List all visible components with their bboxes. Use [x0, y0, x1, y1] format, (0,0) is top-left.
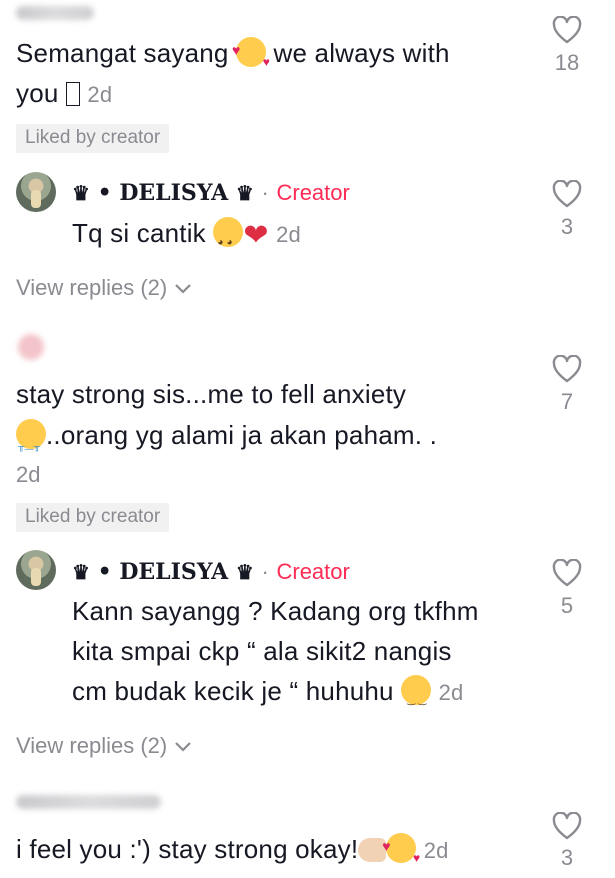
comment-text-line2: ..orang yg alami ja akan paham. .	[16, 416, 437, 466]
comment-text: Semangat sayang we always with	[16, 31, 536, 82]
crying-face-emoji	[16, 419, 46, 466]
heart-outline-icon[interactable]	[552, 180, 582, 208]
crown-icon: ♛	[235, 560, 254, 584]
chevron-down-icon	[175, 742, 192, 752]
comment-time: 2d	[16, 462, 41, 487]
comment-text-line2: you 2d	[16, 78, 113, 108]
crown-icon: ♛	[72, 181, 90, 205]
avatar[interactable]	[16, 172, 56, 212]
crown-icon: ♛	[72, 560, 90, 584]
creator-tag: Creator	[276, 559, 350, 584]
smiling-hearts-emoji	[382, 827, 420, 878]
comment-text: i feel you :') stay strong okay! 2d	[16, 827, 556, 878]
reply-text-line2: kita smpai ckp “ ala sikit2 nangis	[72, 636, 452, 666]
relieved-face-emoji	[401, 675, 432, 720]
pleading-face-emoji	[213, 217, 244, 262]
liked-by-creator-badge: Liked by creator	[16, 503, 170, 532]
comment-time: 2d	[438, 680, 464, 705]
comment-text: stay strong sis...me to fell anxiety	[16, 379, 407, 409]
liked-by-creator-badge: Liked by creator	[16, 124, 170, 153]
red-heart-emoji: ❤	[243, 219, 269, 252]
chevron-down-icon	[175, 284, 192, 294]
like-count: 18	[554, 50, 580, 75]
author-name[interactable]: ♛ • DELISYA ♛ · Creator	[72, 180, 350, 206]
blurred-username	[18, 334, 44, 360]
heart-outline-icon[interactable]	[552, 812, 582, 840]
missing-glyph-icon	[65, 82, 80, 106]
heart-outline-icon[interactable]	[552, 355, 582, 383]
heart-outline-icon[interactable]	[552, 16, 582, 44]
comment-time: 2d	[423, 838, 449, 863]
like-count: 5	[560, 593, 574, 618]
view-replies-button[interactable]: View replies (2)	[16, 275, 193, 301]
blurred-username	[16, 6, 94, 20]
comment-time: 2d	[87, 82, 113, 107]
creator-tag: Creator	[276, 180, 350, 205]
reply-text-line1: Kann sayangg ? Kadang org tkfhm	[72, 596, 479, 626]
like-count: 7	[560, 389, 574, 414]
heart-outline-icon[interactable]	[552, 559, 582, 587]
like-count: 3	[560, 214, 574, 239]
like-count: 3	[560, 845, 574, 870]
reply-text-line3: cm budak kecik je “ huhuhu 2d	[72, 672, 464, 720]
avatar[interactable]	[16, 550, 56, 590]
author-name[interactable]: ♛ • DELISYA ♛ · Creator	[72, 559, 350, 585]
crown-icon: ♛	[235, 181, 254, 205]
comment-time: 2d	[276, 222, 301, 247]
smiling-hearts-emoji	[232, 31, 270, 82]
blurred-username	[16, 795, 161, 809]
reply-text: Tq si cantik ❤ 2d	[72, 214, 301, 262]
view-replies-button[interactable]: View replies (2)	[16, 733, 193, 759]
